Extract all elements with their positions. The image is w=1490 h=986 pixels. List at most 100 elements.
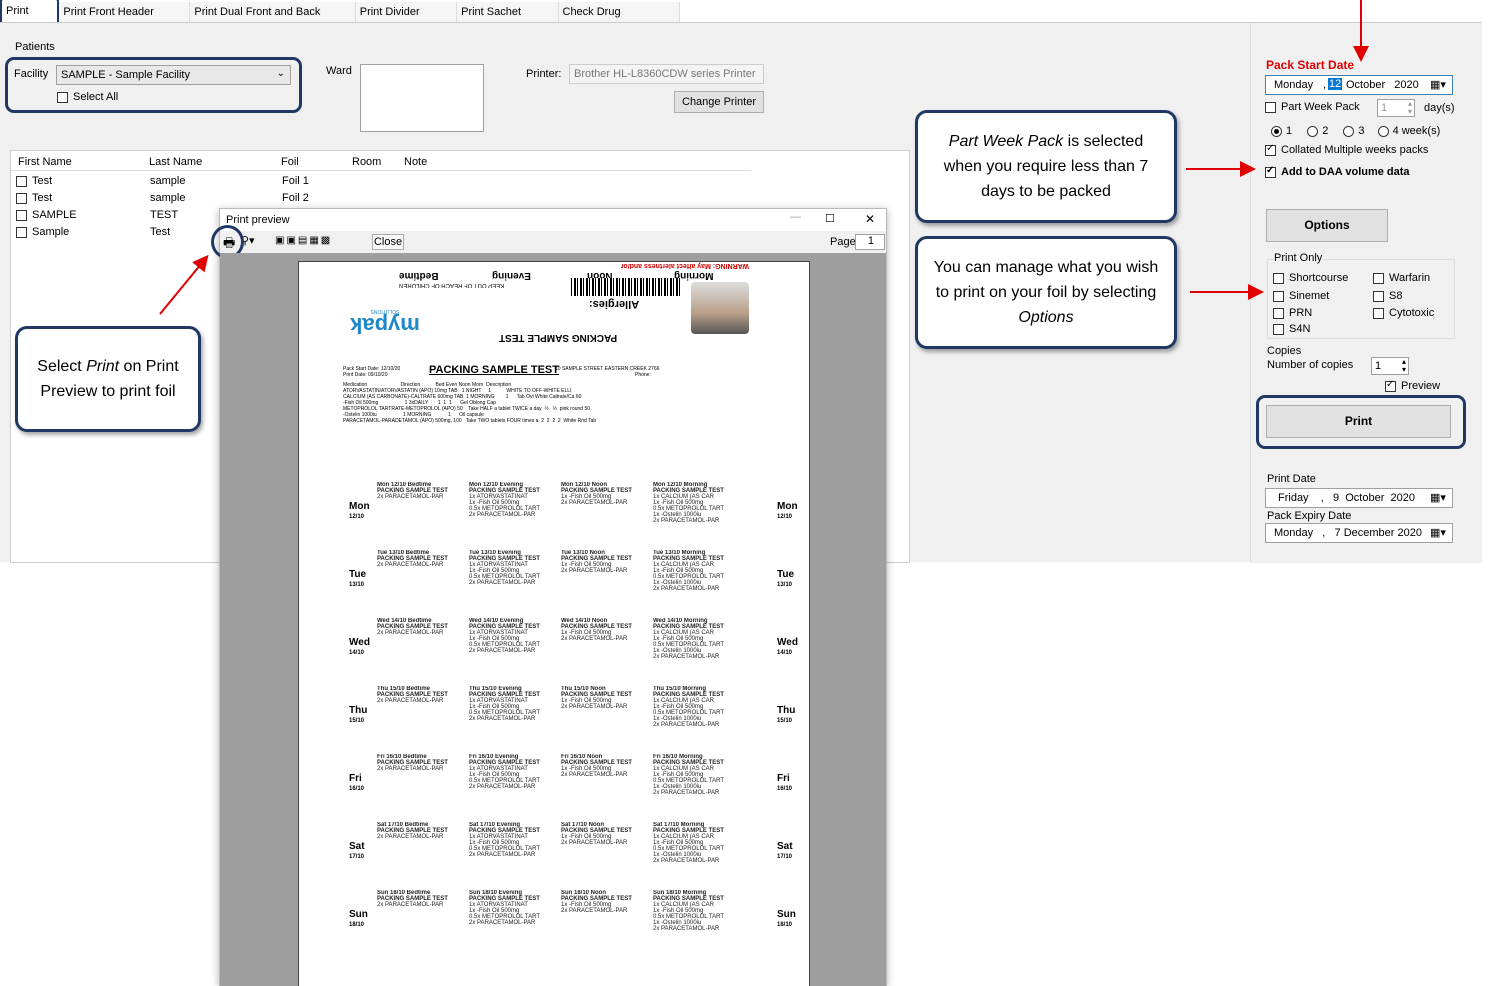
tab-check-drug-description[interactable]: Check Drug Description xyxy=(558,2,680,38)
row-checkbox[interactable] xyxy=(16,209,27,221)
tab-print-front-header-labels[interactable]: Print Front Header Labels xyxy=(59,2,191,38)
sinemet-checkbox[interactable]: Sinemet xyxy=(1273,290,1329,302)
foil-cell: Thu 15/10 Evening PACKING SAMPLE TEST 1x A… xyxy=(469,686,541,722)
foil-cell: Sun 18/10 Noon PACKING SAMPLE TEST 1x -Fis… xyxy=(561,890,632,914)
first-name-cell: Test xyxy=(32,175,53,187)
print-date-picker[interactable]: Friday , 9 October 2020 ▦▾ xyxy=(1265,488,1453,508)
radio-dot xyxy=(1307,125,1319,137)
col-room[interactable]: Room xyxy=(352,156,381,168)
last-name-cell: sample xyxy=(150,175,186,187)
tab-print-dual-labels[interactable]: Print Dual Front and Back Labels xyxy=(190,2,356,38)
page-spinner[interactable]: 1 xyxy=(855,234,885,250)
week-4-radio[interactable]: 4 week(s) xyxy=(1377,125,1440,137)
foil-cell: Sat 17/10 Noon PACKING SAMPLE TEST 1x -Fis… xyxy=(561,822,632,846)
foil-cell: Fri 16/10 Noon PACKING SAMPLE TEST 1x -Fis… xyxy=(561,754,632,778)
table-row[interactable]: Test sample Foil 2 xyxy=(16,192,316,208)
foil-cell: Mon 12/10 Bedtime PACKING SAMPLE TEST 2x P… xyxy=(377,482,448,500)
bedtime-heading: Bedtime xyxy=(399,270,439,281)
collated-checkbox[interactable]: Collated Multiple weeks packs xyxy=(1265,143,1428,156)
spinner-arrows-icon[interactable]: ▴ ▾ xyxy=(1402,358,1406,374)
ward-listbox[interactable] xyxy=(360,64,484,132)
foil-cell: Fri 16/10 Evening PACKING SAMPLE TEST 1x A… xyxy=(469,754,541,790)
foil-cell: Sat 17/10 Morning PACKING SAMPLE TEST 1x C… xyxy=(653,822,725,864)
foil-cell: Thu 15/10 Bedtime PACKING SAMPLE TEST 2x P… xyxy=(377,686,448,704)
foil-cell: Foil 2 xyxy=(282,192,309,204)
foil-cell: Wed 14/10 Evening PACKING SAMPLE TEST 1x A… xyxy=(469,618,541,654)
row-checkbox[interactable] xyxy=(16,192,27,204)
close-icon[interactable]: ✕ xyxy=(865,212,875,226)
tab-print-divider-labels[interactable]: Print Divider Labels xyxy=(355,2,458,38)
print-only-label: Print Only xyxy=(1273,252,1324,264)
calendar-icon[interactable]: ▦▾ xyxy=(1430,78,1446,91)
foil-cell: Tue 13/10 Evening PACKING SAMPLE TEST 1x A… xyxy=(469,550,541,586)
print-date-value: Friday , 9 October 2020 xyxy=(1278,492,1415,504)
foil-cell: Sat 17/10 Evening PACKING SAMPLE TEST 1x A… xyxy=(469,822,541,858)
shortcourse-checkbox[interactable]: Shortcourse xyxy=(1273,272,1348,284)
pack-start-day[interactable]: 12 xyxy=(1328,78,1343,90)
foil-cell: Mon 12/10 Morning PACKING SAMPLE TEST 1x C… xyxy=(653,482,725,524)
tab-print-foils[interactable]: Print Foils xyxy=(0,0,60,39)
table-row[interactable]: Test sample Foil 1 xyxy=(16,175,316,191)
day-label: Sat 17/10 xyxy=(349,841,365,861)
row-checkbox[interactable] xyxy=(16,175,27,187)
first-name-cell: Sample xyxy=(32,226,70,238)
preview-toolbar: 🖶 ⚲▾ ▣▣▤▦▩ Close Page 1 xyxy=(220,231,886,253)
col-note[interactable]: Note xyxy=(404,156,427,168)
day-label: Thu 15/10 xyxy=(349,705,368,725)
foil-cell: Sun 18/10 Morning PACKING SAMPLE TEST 1x C… xyxy=(653,890,725,932)
print-only-group: Print Only Shortcourse Warfarin Sinemet … xyxy=(1267,252,1455,339)
week-3-radio[interactable]: 3 xyxy=(1343,125,1365,137)
maximize-icon[interactable]: ☐ xyxy=(825,212,835,225)
pack-expiry-value: Monday , 7 December 2020 xyxy=(1274,527,1422,539)
change-printer-button[interactable]: Change Printer xyxy=(674,91,764,113)
cytotoxic-checkbox[interactable]: Cytotoxic xyxy=(1373,307,1434,319)
spinner-arrows-icon[interactable]: ▴ ▾ xyxy=(1408,100,1412,116)
page-layout-icons[interactable]: ▣▣▤▦▩ xyxy=(275,235,332,246)
checkbox-box xyxy=(1265,165,1276,178)
page-label: Page xyxy=(830,236,856,248)
preview-close-button[interactable]: Close xyxy=(372,234,404,250)
printer-field: Brother HL-L8360CDW series Printer xyxy=(569,64,764,84)
tab-print-sachet-labels[interactable]: Print Sachet Labels xyxy=(457,2,559,38)
warfarin-checkbox[interactable]: Warfarin xyxy=(1373,272,1430,284)
calendar-icon[interactable]: ▦▾ xyxy=(1430,526,1446,539)
prn-checkbox[interactable]: PRN xyxy=(1273,307,1312,319)
minimize-icon[interactable]: — xyxy=(790,211,801,223)
preview-checkbox[interactable]: Preview xyxy=(1385,379,1440,392)
facility-highlight xyxy=(5,57,302,113)
copies-label: Copies xyxy=(1267,345,1302,357)
col-foil[interactable]: Foil xyxy=(281,156,299,168)
preview-title: Print preview xyxy=(226,214,290,226)
s8-checkbox[interactable]: S8 xyxy=(1373,290,1402,302)
pack-title-upside-down: PACKING SAMPLE TEST xyxy=(499,332,618,343)
s4n-checkbox[interactable]: S4N xyxy=(1273,323,1310,335)
week-1-radio[interactable]: 1 xyxy=(1271,125,1292,137)
day-label: Mon 12/10 xyxy=(349,501,370,521)
last-name-cell: Test xyxy=(150,226,171,238)
part-week-days-spinner[interactable]: 1 ▴ ▾ xyxy=(1377,99,1415,117)
calendar-icon[interactable]: ▦▾ xyxy=(1430,491,1446,504)
patients-group-label: Patients xyxy=(15,41,55,53)
foil-cell: Thu 15/10 Morning PACKING SAMPLE TEST 1x C… xyxy=(653,686,725,728)
col-last-name[interactable]: Last Name xyxy=(149,156,202,168)
foil-cell: Tue 13/10 Morning PACKING SAMPLE TEST 1x C… xyxy=(653,550,725,592)
col-first-name[interactable]: First Name xyxy=(18,156,72,168)
foil-cell: Tue 13/10 Noon PACKING SAMPLE TEST 1x -Fis… xyxy=(561,550,632,574)
part-week-checkbox[interactable]: Part Week Pack xyxy=(1265,101,1360,113)
copies-spinner[interactable]: 1 ▴ ▾ xyxy=(1371,357,1409,375)
pack-start-weekday: Monday xyxy=(1274,79,1314,91)
pack-expiry-picker[interactable]: Monday , 7 December 2020 ▦▾ xyxy=(1265,523,1453,543)
patient-photo xyxy=(691,282,749,334)
checkbox-box xyxy=(1265,101,1276,113)
daa-volume-checkbox[interactable]: Add to DAA volume data xyxy=(1265,165,1410,178)
options-button[interactable]: Options xyxy=(1266,209,1388,242)
keep-out-text: KEEP OUT OF REACH OF CHILDREN xyxy=(399,282,505,288)
foil-cell: Fri 16/10 Bedtime PACKING SAMPLE TEST 2x P… xyxy=(377,754,448,772)
pack-expiry-label: Pack Expiry Date xyxy=(1267,510,1352,522)
printer-value: Brother HL-L8360CDW series Printer xyxy=(574,68,756,80)
week-2-radio[interactable]: 2 xyxy=(1307,125,1328,137)
day-label: Wed 14/10 xyxy=(349,637,370,657)
row-checkbox[interactable] xyxy=(16,226,27,238)
pack-start-date-picker[interactable]: Monday , 12 October 2020 ▦▾ xyxy=(1265,75,1453,95)
pack-start-date-label: Pack Start Date xyxy=(1266,58,1355,72)
